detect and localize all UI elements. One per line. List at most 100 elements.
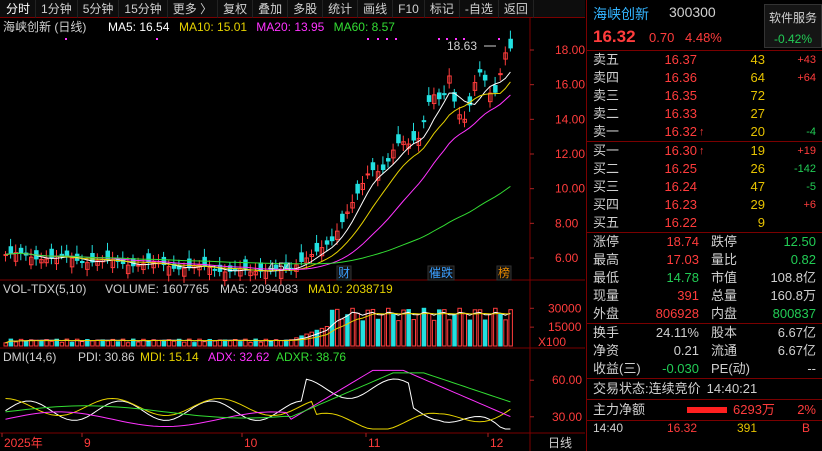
price-row: 16.32 0.70 4.48%	[587, 26, 822, 50]
stock-name[interactable]: 海峡创新	[593, 4, 649, 24]
level-price: 16.23	[664, 197, 697, 212]
dmi-y-label: 30.00	[552, 410, 582, 424]
ask-row[interactable]: 卖五 16.37 43 +43	[587, 51, 822, 69]
candle-body	[365, 173, 371, 176]
toolbar-button[interactable]: 画线	[358, 0, 394, 18]
toolbar-button[interactable]: 标记	[425, 0, 460, 18]
volume-bar	[503, 319, 508, 347]
bid-row[interactable]: 买二 16.25 26 -142	[587, 160, 822, 178]
volume-bar	[350, 307, 355, 347]
toolbar-button[interactable]: 5分钟	[78, 0, 120, 18]
x-tick-label: 10	[244, 436, 258, 450]
volume-bar	[437, 309, 442, 347]
level-volume: 43	[750, 52, 765, 67]
volume-bar	[182, 341, 187, 347]
toolbar-button[interactable]: 返回	[499, 0, 534, 18]
candle-body	[498, 73, 503, 76]
toolbar-button[interactable]: 复权	[218, 0, 254, 18]
signal-dot	[386, 38, 388, 40]
candle-body	[136, 264, 141, 267]
ask-row[interactable]: 卖三 16.35 72	[587, 87, 822, 105]
ask-row[interactable]: 卖二 16.33 27	[587, 105, 822, 123]
level-delta: -4	[806, 126, 816, 138]
volume-bar	[105, 340, 110, 347]
chart-area[interactable]: 18.00 16.00 14.00 12.00 10.00 8.00 6.00 海峡创新 (日…	[0, 18, 585, 451]
dmi-y-label: 60.00	[552, 373, 582, 387]
stat-label: 换手	[593, 325, 620, 340]
volume-bar	[411, 319, 416, 347]
bid-row[interactable]: 买五 16.22 9	[587, 214, 822, 232]
candle-body	[18, 247, 24, 254]
flow-value: 6293万	[733, 402, 775, 417]
volume-bar	[212, 340, 218, 347]
stat-row: 外盘 806928 内盘 800837	[587, 305, 822, 323]
ask-row[interactable]: 卖四 16.36 64 +64	[587, 69, 822, 87]
x-tick-label: 12	[490, 436, 504, 450]
candle-body	[411, 131, 416, 141]
volume-bar	[447, 319, 452, 347]
toolbar-button[interactable]: 更多 〉	[168, 0, 219, 18]
price-change-pct: 4.48%	[685, 30, 722, 45]
volume-bar	[258, 341, 263, 347]
volume-bar	[360, 320, 365, 347]
level-label: 卖四	[593, 70, 620, 85]
toolbar-button[interactable]: -自选	[460, 0, 499, 18]
toolbar-button[interactable]: 分时	[0, 0, 37, 18]
toolbar-button[interactable]: 叠加	[253, 0, 289, 18]
bid-row[interactable]: 买四 16.23 29 +6	[587, 196, 822, 214]
stat-label: PE(动)	[711, 361, 751, 376]
ask-row[interactable]: 卖一 16.32 ↑ 20 -4	[587, 123, 822, 141]
candle-body	[329, 236, 335, 242]
volume-bar	[406, 309, 411, 347]
candle-body	[59, 253, 65, 257]
volume-bar	[8, 338, 14, 347]
volume-bar	[508, 309, 513, 347]
low-price-marker: 4.54	[268, 260, 292, 274]
x-tick-label: 11	[368, 436, 381, 450]
main-flow[interactable]: 主力净额 6293万 2%	[587, 400, 822, 420]
volume-bar	[391, 312, 396, 347]
toolbar-button[interactable]: F10	[393, 0, 425, 18]
bid-row[interactable]: 买一 16.30 ↑ 19 +19	[587, 142, 822, 160]
y-tick-label: 6.00	[555, 251, 579, 265]
level-delta: +64	[797, 72, 816, 84]
level-price: 16.30	[664, 143, 697, 158]
volume-bar	[462, 313, 467, 347]
vol-ma5-line	[5, 311, 511, 344]
ma5-line	[5, 71, 511, 272]
event-badge-text: 催跌	[429, 265, 453, 280]
toolbar-button[interactable]: 统计	[323, 0, 359, 18]
candle-body	[493, 85, 498, 93]
toolbar-button[interactable]: 多股	[288, 0, 324, 18]
volume-bar	[90, 340, 95, 347]
volume-bar	[472, 309, 478, 347]
y-tick-label: 12.00	[555, 147, 585, 161]
event-badge-text: 财	[338, 266, 350, 280]
volume-bar	[319, 327, 325, 347]
trade-status-label: 交易状态:	[593, 381, 649, 396]
vol-ma10: MA10: 2038719	[308, 282, 393, 296]
stat-row: 最高 17.03 量比 0.82	[587, 251, 822, 269]
volume-bar	[136, 341, 141, 347]
bid-row[interactable]: 买三 16.24 47 -5	[587, 178, 822, 196]
volume-bar	[278, 339, 284, 347]
stat-label: 外盘	[593, 306, 620, 321]
stock-code: 300300	[669, 4, 716, 20]
toolbar-button[interactable]: 15分钟	[119, 0, 168, 18]
candle-body	[355, 183, 360, 194]
ma10-line	[5, 81, 511, 272]
volume-bar	[431, 319, 437, 347]
period-label: 日线	[548, 436, 572, 450]
candle-body	[426, 95, 432, 102]
volume-bar	[284, 339, 289, 347]
volume-bar	[69, 341, 75, 347]
level-label: 卖三	[593, 88, 620, 103]
kline-chart[interactable]: 18.00 16.00 14.00 12.00 10.00 8.00 6.00 海峡创新 (日…	[0, 18, 585, 451]
signal-dot	[463, 38, 465, 40]
toolbar-button[interactable]: 1分钟	[36, 0, 78, 18]
volume-bar	[125, 342, 131, 347]
ma-legend: MA60: 8.57	[334, 20, 396, 34]
chart-title: 海峡创新 (日线)	[3, 19, 86, 34]
vol-y-label: 30000	[548, 301, 582, 315]
volume-bar	[488, 313, 493, 347]
